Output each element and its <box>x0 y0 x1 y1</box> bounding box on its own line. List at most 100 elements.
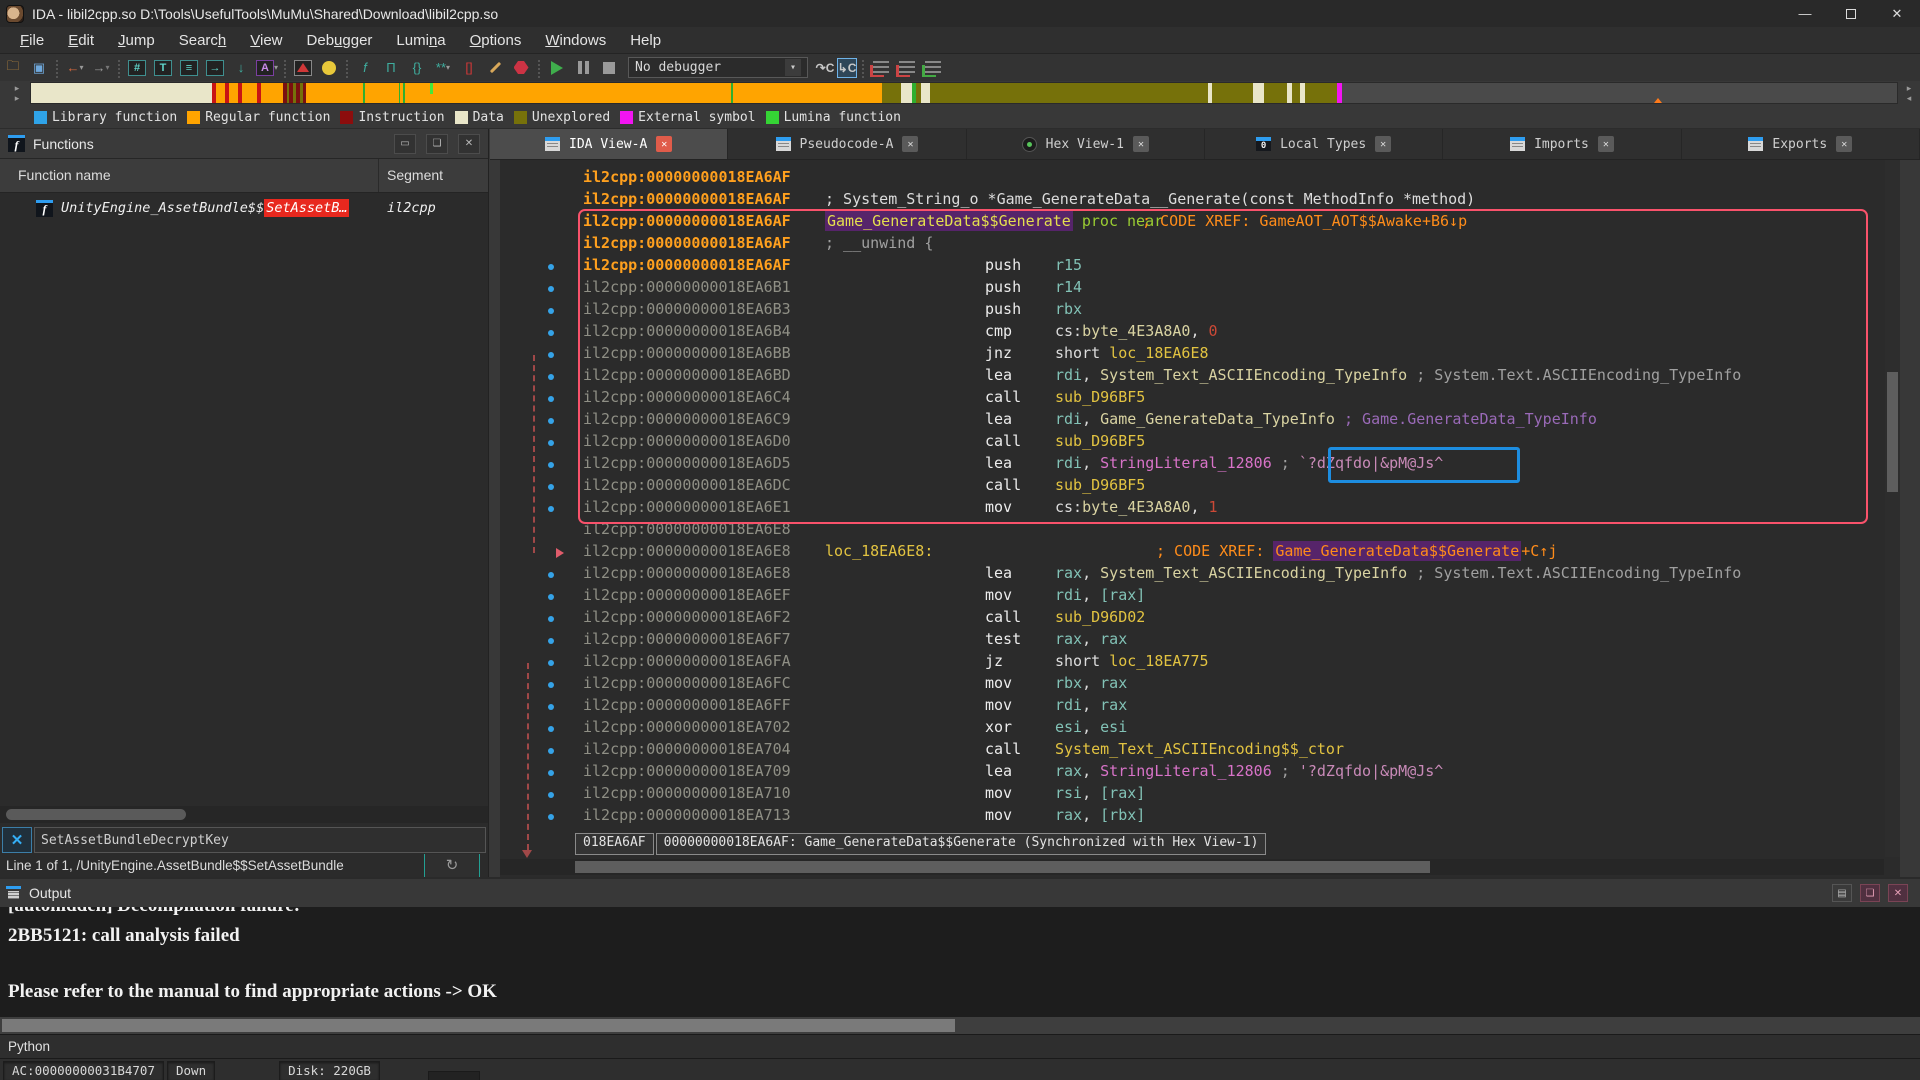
navigate-forward-icon[interactable]: →▾ <box>89 57 113 79</box>
lumina-icon[interactable] <box>317 57 341 79</box>
asm-line[interactable]: il2cpp:00000000018EA6EFmovrdi, [rax] <box>500 586 1900 608</box>
breakpoint-list-icon[interactable] <box>291 57 315 79</box>
asm-line[interactable]: il2cpp:00000000018EA6B4cmpcs:byte_4E3A8A… <box>500 322 1900 344</box>
create-function-icon[interactable]: f <box>353 57 377 79</box>
menu-lumina[interactable]: Lumina <box>384 29 457 52</box>
tab-close-icon[interactable]: ✕ <box>1598 136 1614 152</box>
array-icon[interactable]: [] <box>457 57 481 79</box>
navigation-band[interactable] <box>30 82 1898 104</box>
output-hscrollbar-thumb[interactable] <box>2 1019 955 1032</box>
asm-line[interactable]: il2cpp:00000000018EA6FCmovrbx, rax <box>500 674 1900 696</box>
asm-line[interactable]: il2cpp:00000000018EA6C9leardi, Game_Gene… <box>500 410 1900 432</box>
jump-down-icon[interactable]: ↓ <box>229 57 253 79</box>
menu-debugger[interactable]: Debugger <box>295 29 385 52</box>
edit-pencil-icon[interactable] <box>483 57 507 79</box>
asm-line[interactable]: il2cpp:00000000018EA704callSystem_Text_A… <box>500 740 1900 762</box>
tab-exports[interactable]: Exports ✕ <box>1682 129 1920 159</box>
menu-options[interactable]: Options <box>458 29 534 52</box>
modules-view-icon[interactable] <box>921 57 945 79</box>
asm-line[interactable]: il2cpp:00000000018EA6F7testrax, rax <box>500 630 1900 652</box>
panel-float-icon[interactable]: ❏ <box>426 134 448 154</box>
hex-subview-icon[interactable]: # <box>125 57 149 79</box>
threads-view-icon[interactable] <box>895 57 919 79</box>
asm-line[interactable]: il2cpp:00000000018EA6FAjzshort loc_18EA7… <box>500 652 1900 674</box>
menu-file[interactable]: File <box>8 29 56 52</box>
filter-clear-icon[interactable]: ✕ <box>2 827 32 853</box>
navband-left-arrows-icon[interactable]: ▸▸ <box>8 83 26 105</box>
braces-icon[interactable]: {} <box>405 57 429 79</box>
asm-line[interactable]: il2cpp:00000000018EA6BDleardi, System_Te… <box>500 366 1900 388</box>
column-function-name[interactable]: Function name <box>18 167 111 183</box>
close-button[interactable]: ✕ <box>1874 0 1920 27</box>
segments-subview-icon[interactable]: → <box>203 57 227 79</box>
tab-pseudocode-a[interactable]: Pseudocode-A ✕ <box>728 129 966 159</box>
debugger-select[interactable]: No debugger▾ <box>628 57 808 78</box>
functions-filter-input[interactable] <box>34 827 486 853</box>
function-row[interactable]: f UnityEngine_AssetBundle$$SetAssetB… il… <box>0 195 488 221</box>
asm-line[interactable]: il2cpp:00000000018EA710movrsi, [rax] <box>500 784 1900 806</box>
tab-close-icon[interactable]: ✕ <box>1836 136 1852 152</box>
maximize-button[interactable] <box>1828 0 1874 27</box>
asm-line[interactable]: il2cpp:00000000018EA6AF; System_String_o… <box>500 190 1900 212</box>
navigate-back-icon[interactable]: ←▾ <box>63 57 87 79</box>
navband-right-arrows-icon[interactable]: ▸◂ <box>1900 83 1918 105</box>
menu-jump[interactable]: Jump <box>106 29 167 52</box>
stop-sign-icon[interactable] <box>509 57 533 79</box>
menu-windows[interactable]: Windows <box>533 29 618 52</box>
console-selector[interactable]: Python <box>0 1034 1920 1058</box>
functions-hscrollbar[interactable] <box>0 806 488 823</box>
asm-line[interactable]: il2cpp:00000000018EA6B3pushrbx <box>500 300 1900 322</box>
asm-line[interactable]: il2cpp:00000000018EA6AFpushr15 <box>500 256 1900 278</box>
asm-line[interactable]: il2cpp:00000000018EA6D0callsub_D96BF5 <box>500 432 1900 454</box>
open-file-icon[interactable]: 🗀 <box>1 57 25 79</box>
refresh-icon[interactable]: ↻ <box>424 854 480 877</box>
debugger-stop-icon[interactable] <box>597 57 621 79</box>
disassembly-vscrollbar[interactable] <box>1885 160 1900 857</box>
step-into-icon[interactable]: ↳C <box>837 58 857 78</box>
asm-line[interactable]: il2cpp:00000000018EA6F2callsub_D96D02 <box>500 608 1900 630</box>
tab-close-icon[interactable]: ✕ <box>1133 136 1149 152</box>
asm-line[interactable]: il2cpp:00000000018EA6D5leardi, StringLit… <box>500 454 1900 476</box>
panel-minimize-icon[interactable]: ▭ <box>394 134 416 154</box>
asm-line[interactable]: il2cpp:00000000018EA6E1movcs:byte_4E3A8A… <box>500 498 1900 520</box>
asm-line[interactable]: il2cpp:00000000018EA713movrax, [rbx] <box>500 806 1900 828</box>
tab-close-icon[interactable]: ✕ <box>656 136 672 152</box>
tab-local-types[interactable]: Local Types ✕ <box>1205 129 1443 159</box>
asm-line[interactable]: il2cpp:00000000018EA6BBjnzshort loc_18EA… <box>500 344 1900 366</box>
stack-view-icon[interactable] <box>869 57 893 79</box>
disassembly-hscrollbar-thumb[interactable] <box>575 861 1430 873</box>
comment-icon[interactable]: **▾ <box>431 57 455 79</box>
debugger-play-icon[interactable] <box>545 57 569 79</box>
menu-view[interactable]: View <box>238 29 294 52</box>
panel-close-icon[interactable]: ✕ <box>458 134 480 154</box>
asm-line[interactable]: il2cpp:00000000018EA709learax, StringLit… <box>500 762 1900 784</box>
functions-panel-titlebar[interactable]: f Functions ▭ ❏ ✕ <box>0 129 488 159</box>
step-over-icon[interactable]: ↷C <box>815 58 835 78</box>
tab-close-icon[interactable]: ✕ <box>902 136 918 152</box>
menu-edit[interactable]: Edit <box>56 29 106 52</box>
tab-close-icon[interactable]: ✕ <box>1375 136 1391 152</box>
output-log[interactable]: [autohidden] Decompilation failure: 2BB5… <box>0 907 1920 1017</box>
output-hscrollbar[interactable] <box>0 1017 1920 1034</box>
asm-line[interactable]: il2cpp:00000000018EA6B1pushr14 <box>500 278 1900 300</box>
asm-line[interactable]: il2cpp:00000000018EA6E8learax, System_Te… <box>500 564 1900 586</box>
disassembly-view[interactable]: il2cpp:00000000018EA6AFil2cpp:0000000001… <box>500 160 1900 877</box>
tab-hex-view-1[interactable]: Hex View-1 ✕ <box>967 129 1205 159</box>
asm-line[interactable]: il2cpp:00000000018EA6FFmovrdi, rax <box>500 696 1900 718</box>
output-float-icon[interactable]: ❏ <box>1860 884 1880 902</box>
struct-icon[interactable]: Π <box>379 57 403 79</box>
tab-ida-view-a[interactable]: IDA View-A ✕ <box>490 129 728 159</box>
disassembly-vscrollbar-thumb[interactable] <box>1887 372 1898 492</box>
asm-line[interactable]: il2cpp:00000000018EA6AFGame_GenerateData… <box>500 212 1900 234</box>
disassembly-hscrollbar[interactable] <box>500 859 1884 875</box>
asm-line[interactable]: il2cpp:00000000018EA6E8 <box>500 520 1900 542</box>
asm-line[interactable]: il2cpp:00000000018EA702xoresi, esi <box>500 718 1900 740</box>
asm-line[interactable]: il2cpp:00000000018EA6E8loc_18EA6E8:; COD… <box>500 542 1900 564</box>
asm-line[interactable]: il2cpp:00000000018EA6AF <box>500 168 1900 190</box>
output-close-icon[interactable]: ✕ <box>1888 884 1908 902</box>
output-menu-icon[interactable]: ▤ <box>1832 884 1852 902</box>
debugger-pause-icon[interactable] <box>571 57 595 79</box>
names-subview-icon[interactable]: ≡ <box>177 57 201 79</box>
text-subview-icon[interactable]: T <box>151 57 175 79</box>
tab-imports[interactable]: Imports ✕ <box>1443 129 1681 159</box>
